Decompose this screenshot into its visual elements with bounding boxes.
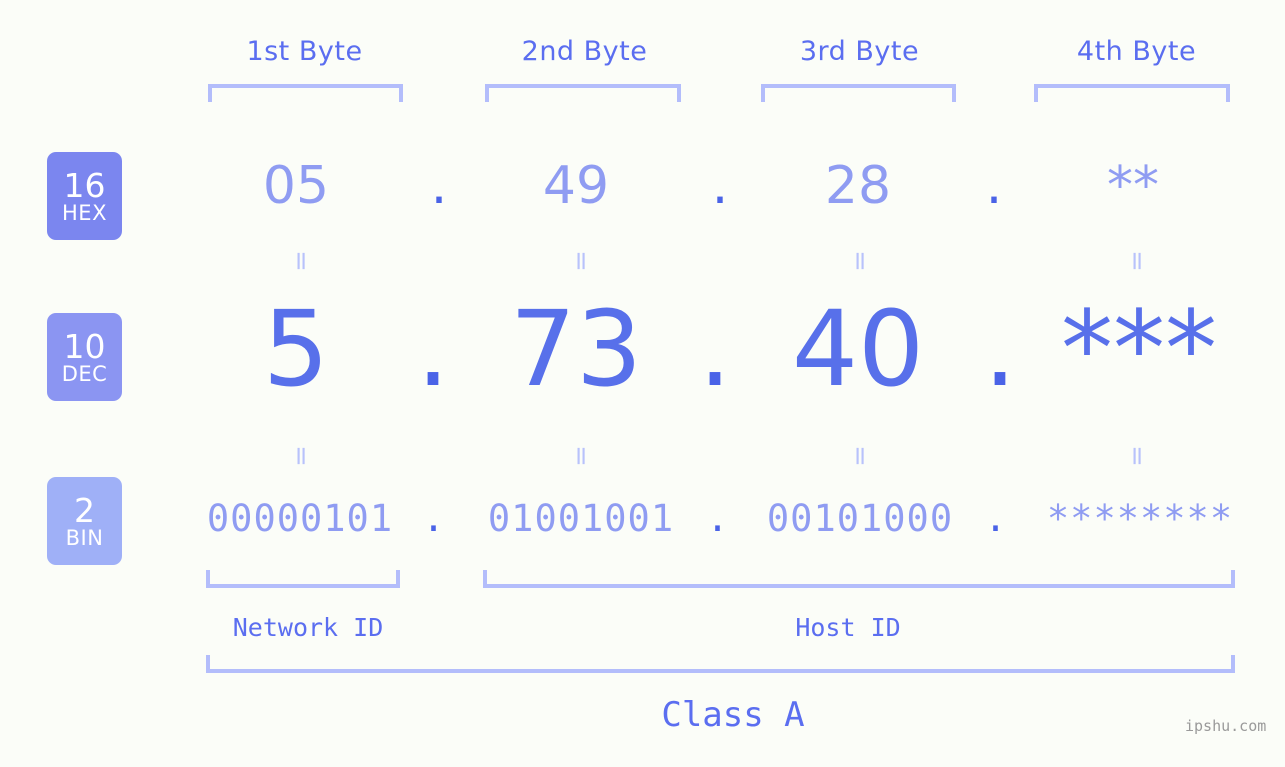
equals-mark-dec-bin-3: = [844, 445, 875, 467]
dec-byte-1-value: 5 [262, 288, 330, 410]
network-id-bracket [206, 570, 400, 588]
ip-address-breakdown-diagram: 1st Byte 2nd Byte 3rd Byte 4th Byte 16 H… [0, 0, 1285, 767]
class-bracket [206, 655, 1235, 673]
dec-byte-3-value: 40 [791, 288, 925, 410]
bin-byte-1-value: 00000101 [206, 497, 394, 540]
equals-mark-dec-bin-2: = [565, 445, 596, 467]
host-id-bracket [483, 570, 1235, 588]
byte-bracket-2 [485, 84, 681, 102]
hex-byte-3-value: 28 [824, 156, 892, 216]
host-id-label: Host ID [795, 613, 901, 642]
network-id-label: Network ID [232, 613, 384, 642]
base-badge-dec: 10 DEC [47, 313, 122, 401]
bin-byte-3-value: 00101000 [766, 497, 954, 540]
hex-separator-3: . [985, 156, 1003, 216]
equals-mark-hex-dec-2: = [565, 250, 596, 272]
base-badge-hex: 16 HEX [47, 152, 122, 240]
byte-header-2: 2nd Byte [521, 36, 648, 67]
equals-mark-dec-bin-1: = [285, 445, 316, 467]
byte-header-3: 3rd Byte [799, 36, 920, 67]
dec-separator-1: . [416, 288, 450, 410]
byte-header-1: 1st Byte [246, 36, 363, 67]
hex-byte-2-value: 49 [542, 156, 610, 216]
byte-bracket-4 [1034, 84, 1230, 102]
base-badge-bin-number: 2 [74, 490, 95, 530]
base-badge-bin: 2 BIN [47, 477, 122, 565]
bin-byte-4-value: ******** [1046, 497, 1234, 540]
byte-bracket-3 [761, 84, 956, 102]
equals-mark-hex-dec-1: = [285, 250, 316, 272]
equals-mark-dec-bin-4: = [1121, 445, 1152, 467]
byte-header-4: 4th Byte [1076, 36, 1197, 67]
dec-byte-4-value: *** [1061, 288, 1217, 410]
base-badge-hex-name: HEX [62, 200, 107, 225]
class-label: Class A [661, 695, 805, 735]
hex-byte-4-value: ** [1107, 156, 1159, 216]
dec-byte-2-value: 73 [509, 288, 643, 410]
dec-separator-2: . [698, 288, 732, 410]
hex-separator-2: . [711, 156, 729, 216]
base-badge-hex-number: 16 [63, 165, 106, 205]
bin-separator-2: . [706, 497, 730, 540]
base-badge-dec-number: 10 [63, 326, 106, 366]
dec-separator-3: . [983, 288, 1017, 410]
base-badge-bin-name: BIN [65, 525, 104, 550]
hex-byte-1-value: 05 [262, 156, 330, 216]
base-badge-dec-name: DEC [61, 361, 108, 386]
byte-bracket-1 [208, 84, 403, 102]
watermark: ipshu.com [1185, 717, 1267, 735]
bin-separator-1: . [422, 497, 446, 540]
equals-mark-hex-dec-4: = [1121, 250, 1152, 272]
bin-separator-3: . [984, 497, 1008, 540]
bin-byte-2-value: 01001001 [487, 497, 675, 540]
hex-separator-1: . [430, 156, 448, 216]
equals-mark-hex-dec-3: = [844, 250, 875, 272]
